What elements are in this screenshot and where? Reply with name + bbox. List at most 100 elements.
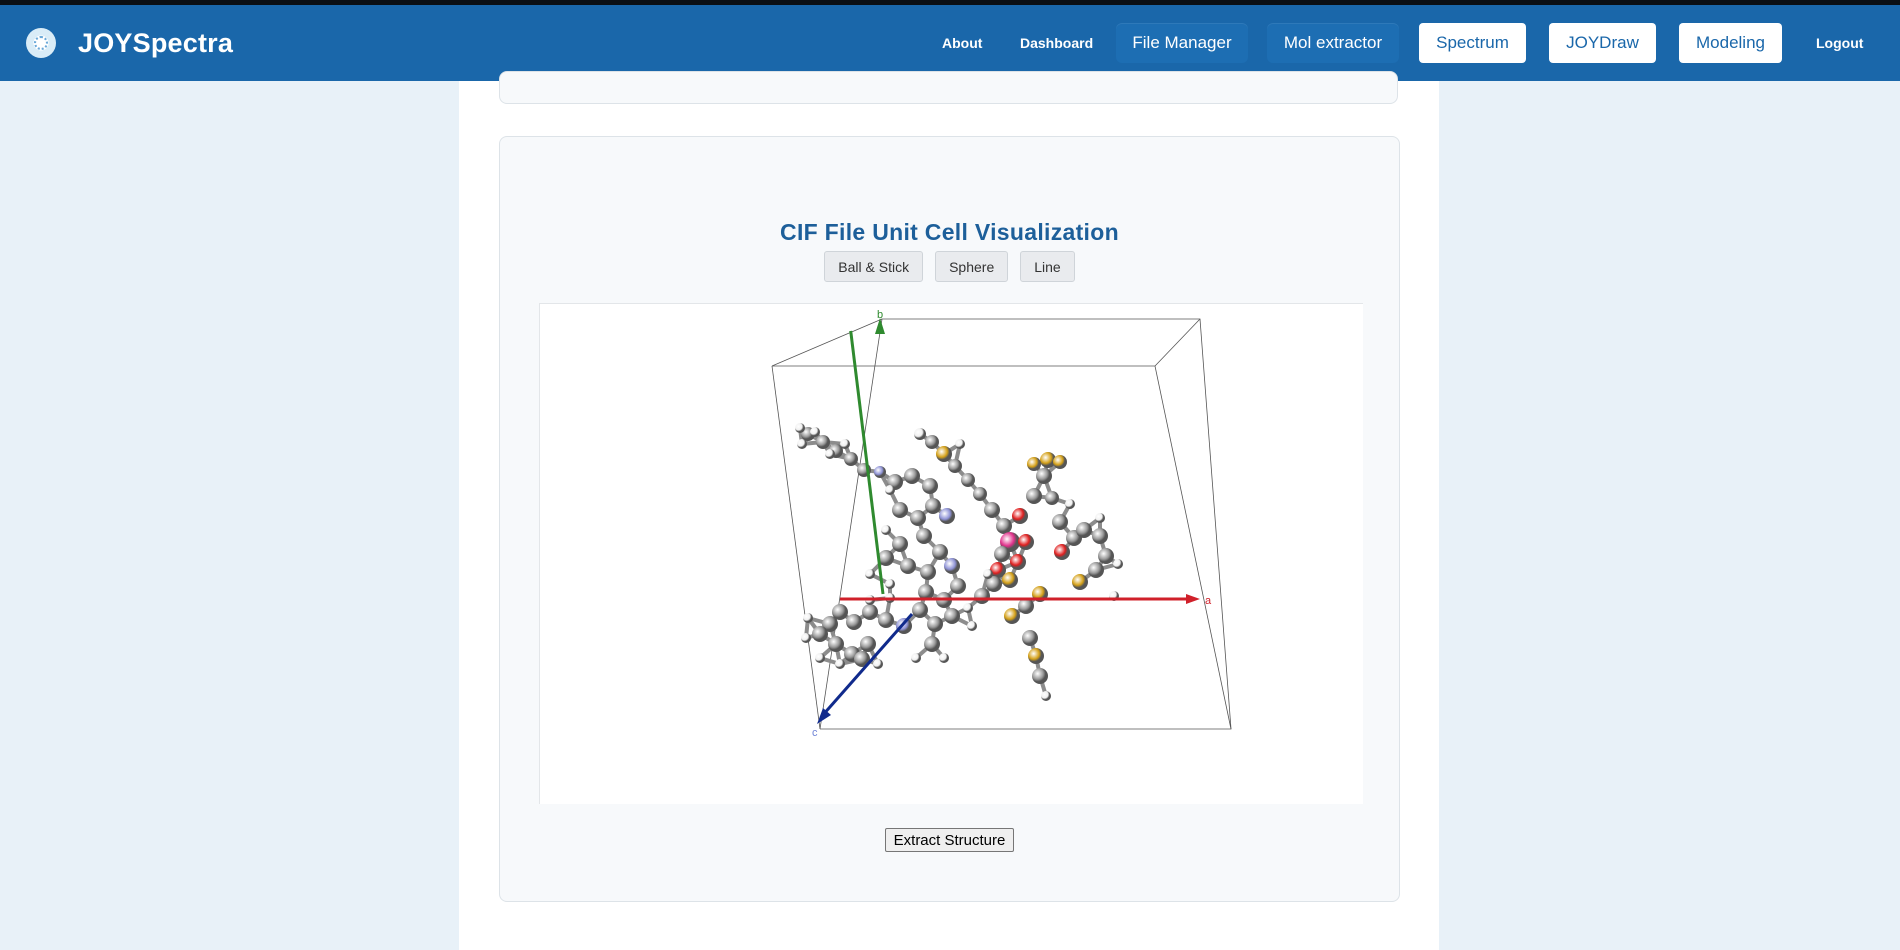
atom	[944, 558, 960, 574]
atom	[914, 428, 926, 440]
brand[interactable]: JOYSpectra	[26, 27, 233, 59]
atom	[1113, 559, 1123, 569]
extract-row: Extract Structure	[500, 828, 1399, 852]
atom	[922, 478, 938, 494]
atom	[939, 653, 949, 663]
atom	[1098, 548, 1114, 564]
atom	[865, 569, 875, 579]
atom	[1004, 608, 1020, 624]
atom	[924, 636, 940, 652]
atom	[967, 621, 977, 631]
extract-structure-button[interactable]: Extract Structure	[884, 828, 1015, 852]
atom	[1028, 648, 1044, 664]
cell-edge	[771, 318, 883, 367]
previous-card	[499, 71, 1398, 104]
atom	[873, 659, 883, 669]
atom	[1022, 630, 1038, 646]
atom	[892, 536, 908, 552]
atom	[846, 614, 862, 630]
atom	[910, 510, 926, 526]
atom	[925, 498, 941, 514]
atom	[1002, 572, 1018, 588]
nav-logout[interactable]: Logout	[1816, 5, 1863, 81]
atom	[936, 446, 952, 462]
molecule-viewer-canvas[interactable]: a b c	[539, 303, 1363, 804]
atom	[1053, 455, 1067, 469]
atom	[916, 528, 932, 544]
atom	[801, 633, 811, 643]
atom	[844, 452, 858, 466]
atom	[974, 588, 990, 604]
atom	[797, 439, 807, 449]
main-content: CIF File Unit Cell Visualization Ball & …	[459, 71, 1439, 950]
atom	[881, 525, 891, 535]
atom	[1012, 508, 1028, 524]
atom	[1054, 544, 1070, 560]
atom	[944, 608, 960, 624]
atom	[1052, 514, 1068, 530]
atom	[904, 468, 920, 484]
atom	[961, 473, 975, 487]
nav-spectrum-button[interactable]: Spectrum	[1419, 23, 1526, 63]
axis-c-label: c	[812, 727, 818, 739]
atom	[835, 659, 845, 669]
atom	[948, 459, 962, 473]
navbar: JOYSpectra About Dashboard File Manager …	[0, 5, 1900, 81]
atom	[955, 439, 965, 449]
atom	[932, 544, 948, 560]
nav-file-manager[interactable]: File Manager	[1116, 23, 1248, 63]
atom	[1092, 528, 1108, 544]
nav-modeling-button[interactable]: Modeling	[1679, 23, 1782, 63]
sphere-button[interactable]: Sphere	[935, 251, 1009, 282]
nav-joydraw-button[interactable]: JOYDraw	[1549, 23, 1656, 63]
nav-about[interactable]: About	[942, 5, 982, 81]
atom	[911, 653, 921, 663]
atom	[950, 578, 966, 594]
atom	[1041, 691, 1051, 701]
atom	[878, 612, 894, 628]
nav-dashboard[interactable]: Dashboard	[1020, 5, 1093, 81]
atom	[1010, 554, 1026, 570]
atom	[885, 579, 895, 589]
line-button[interactable]: Line	[1020, 251, 1075, 282]
atom	[840, 439, 850, 449]
atom	[1018, 534, 1034, 550]
atom	[874, 466, 886, 478]
atom	[810, 427, 820, 437]
atom	[1088, 562, 1104, 578]
atom	[885, 485, 895, 495]
atom	[862, 604, 878, 620]
atom	[973, 487, 987, 501]
atom	[816, 435, 830, 449]
atom	[1027, 457, 1041, 471]
axis-b-label: b	[877, 309, 883, 321]
axis-a-label: a	[1205, 595, 1212, 607]
unit-cell-3d-view[interactable]: a b c	[540, 304, 1363, 804]
atom	[1026, 488, 1042, 504]
cell-edge	[771, 365, 821, 730]
atom	[828, 636, 844, 652]
atom	[963, 603, 973, 613]
atom	[1032, 668, 1048, 684]
atom	[925, 435, 939, 449]
atom	[984, 502, 1000, 518]
atom	[939, 508, 955, 524]
atom	[1095, 513, 1105, 523]
nav-mol-extractor[interactable]: Mol extractor	[1267, 23, 1399, 63]
cif-visualization-card: CIF File Unit Cell Visualization Ball & …	[499, 136, 1400, 902]
atom	[795, 423, 805, 433]
atom	[803, 613, 813, 623]
atom	[1045, 491, 1059, 505]
atom	[983, 569, 993, 579]
spectra-logo-icon	[26, 28, 56, 58]
atom	[812, 626, 828, 642]
cell-edge	[1154, 318, 1201, 367]
atom	[860, 636, 876, 652]
brand-title: JOYSpectra	[78, 27, 234, 58]
cif-title: CIF File Unit Cell Visualization	[780, 219, 1119, 245]
atom	[912, 602, 928, 618]
atom	[927, 616, 943, 632]
atom	[815, 653, 825, 663]
atom	[892, 502, 908, 518]
ball-and-stick-button[interactable]: Ball & Stick	[824, 251, 924, 282]
